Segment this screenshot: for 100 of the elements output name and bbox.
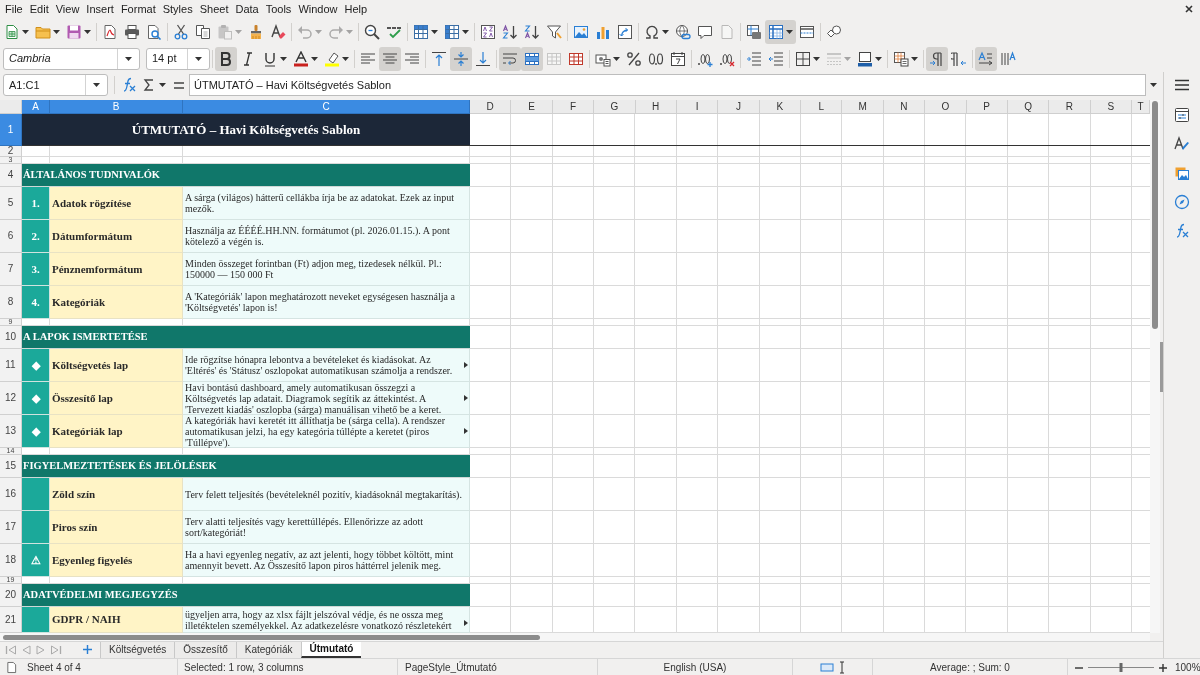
table-cell: Egyenleg figyelés [50,544,183,577]
scissors-icon [173,23,189,40]
sheet-tab[interactable]: Költségvetés [100,641,175,658]
row-header[interactable]: 17 [0,511,22,544]
column-header[interactable]: J [718,100,760,114]
scrollbar-thumb[interactable] [1152,101,1158,329]
merge-center-button[interactable] [521,46,543,71]
sheet-tab[interactable]: Kategóriák [235,641,301,658]
frame-with-bar-icon [857,50,873,67]
sort-down-arrow-icon [524,23,540,40]
cell-text: Terv alatti teljesítés vagy kerettúllépés. Ellenőrizze az adott sort/kategóriát! [185,516,425,538]
caret-icon [280,56,287,61]
fx-icon[interactable] [1174,223,1190,239]
text-cursor-icon[interactable] [837,661,846,674]
row-header[interactable]: 4 [0,164,22,187]
row-header[interactable]: 16 [0,478,22,511]
row-header[interactable]: 15 [0,455,22,478]
column-header[interactable]: O [925,100,967,114]
image-gallery-icon[interactable] [1174,165,1190,181]
menu-item[interactable]: View [55,1,80,17]
slider-thumb[interactable] [1119,663,1123,672]
column-header[interactable]: M [842,100,884,114]
sidebar-collapse-handle[interactable] [1160,341,1163,392]
column-header[interactable]: K [759,100,801,114]
column-header[interactable]: G [594,100,636,114]
column-header[interactable]: D [470,100,512,114]
column-header[interactable]: I [676,100,719,114]
fx-icon[interactable] [121,77,137,93]
merged-cells-icon [524,50,540,67]
row-header[interactable]: 5 [0,187,22,220]
minus-icon[interactable] [1075,666,1083,669]
column-header[interactable]: R [1049,100,1091,114]
menu-item[interactable]: Data [235,1,259,17]
arrow-to-start-icon[interactable] [5,643,17,656]
menu-item[interactable]: Format [120,1,156,17]
column-header[interactable]: T [1132,100,1150,114]
menu-item[interactable]: Window [298,1,338,17]
equals-icon[interactable] [174,81,184,89]
zoom-slider[interactable] [1088,663,1154,672]
table-cell: Összesítő lap [50,382,183,415]
menu-item[interactable]: Tools [265,1,292,17]
table-cell [22,511,50,544]
column-header[interactable]: F [552,100,595,114]
bold-letter-icon [218,50,234,67]
formula-input-field[interactable]: ÚTMUTATÓ – Havi Költségvetés Sablon [189,74,1146,96]
column-header[interactable]: H [635,100,677,114]
scrollbar-thumb[interactable] [3,634,540,640]
horizontal-text-button[interactable] [975,46,997,71]
column-header[interactable]: L [801,100,843,114]
column-header[interactable]: N [883,100,926,114]
menu-item[interactable]: Insert [86,1,114,17]
sheet-tab[interactable]: Útmutató [300,641,362,658]
menu-icon[interactable] [1175,79,1189,91]
cell-text: A 'Kategóriák' lapon meghatározott neveket egységesen használja a 'Költségvetés' lapon is! [185,291,456,313]
row-header[interactable]: 1 [0,114,22,146]
font-name-box[interactable]: Cambria [3,47,140,70]
bold-button[interactable] [215,46,237,71]
name-box[interactable]: A1:C1 [3,74,108,96]
menu-item[interactable]: Edit [29,1,49,17]
column-header[interactable]: C [183,100,470,114]
letter-brush-icon[interactable] [1174,136,1190,152]
cell-text: Terv felett teljesítés (bevételeknél pozitív, kiadásoknál megtakarítás). [185,488,462,500]
row-header[interactable]: 11 [0,349,22,382]
highlighter-icon [324,50,340,67]
sum-button[interactable] [141,77,166,93]
row-header[interactable]: 20 [0,584,22,607]
close-button[interactable] [1183,3,1195,15]
compass-icon[interactable] [1174,194,1190,210]
row-header[interactable]: 18 [0,544,22,577]
menu-item[interactable]: Help [344,1,368,17]
row-header[interactable]: 8 [0,286,22,319]
menu-item[interactable]: File [5,1,23,17]
column-header[interactable]: E [511,100,553,114]
speech-bubble-icon [697,23,713,40]
picture-icon [573,23,589,40]
caret-icon [93,83,100,87]
column-header[interactable]: A [22,100,50,114]
printer-icon [124,23,140,40]
table-cell: 2. [22,220,50,253]
row-header[interactable]: 7 [0,253,22,286]
row-header[interactable]: 10 [0,326,22,349]
freeze-panes-button[interactable] [765,19,796,44]
line-styles-icon [826,50,842,67]
row-header[interactable]: 13 [0,415,22,448]
column-header[interactable]: P [966,100,1008,114]
menu-item[interactable]: Styles [162,1,193,17]
row-header[interactable]: 12 [0,382,22,415]
properties-icon[interactable] [1174,107,1190,123]
row-header[interactable]: 21 [0,607,22,633]
sheet-tab[interactable]: Összesítő [174,641,236,658]
plus-icon[interactable] [1159,663,1167,672]
column-header[interactable]: B [50,100,183,114]
row-header[interactable]: 6 [0,220,22,253]
column-header[interactable]: S [1090,100,1132,114]
column-header[interactable]: Q [1007,100,1050,114]
menu-item[interactable]: Sheet [199,1,229,17]
caret-icon [813,56,820,61]
table-cell: Költségvetés lap [50,349,183,382]
font-size-box[interactable]: 14 pt [146,47,210,70]
left-to-right-button[interactable] [926,46,948,71]
